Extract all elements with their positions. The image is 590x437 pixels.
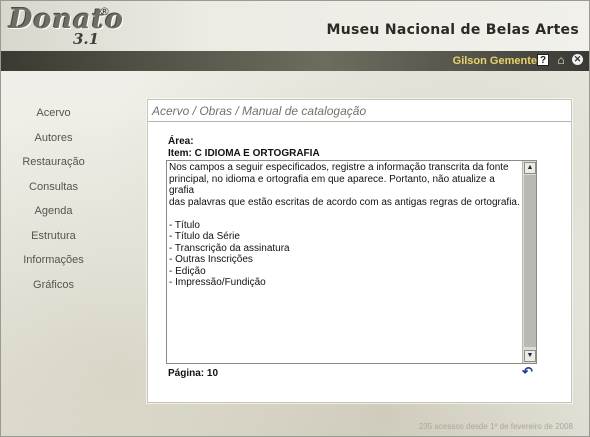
area-label: Área: [168,136,194,147]
sidebar-item-graficos[interactable]: Gráficos [1,273,106,298]
sidebar-item-consultas[interactable]: Consultas [1,175,106,200]
scroll-thumb[interactable] [524,175,536,347]
text-line: - Outras Inscrições [169,254,253,265]
user-bar: Gilson Gemente ? ⌂ ✕ [1,51,589,71]
item-label: Item: C IDIOMA E ORTOGRAFIA [168,148,320,159]
home-icon[interactable]: ⌂ [555,54,567,66]
sidebar-item-agenda[interactable]: Agenda [1,199,106,224]
donato-logo: Donato ® 3.1 [9,4,123,50]
text-line: principal, no idioma e ortografia em que… [169,173,495,197]
text-line: - Transcrição da assinatura [169,242,290,254]
text-gap [169,208,521,220]
breadcrumb: Acervo / Obras / Manual de catalogação [148,100,571,122]
sidebar-item-informacoes[interactable]: Informações [1,248,106,273]
app-window: Donato ® 3.1 Museu Nacional de Belas Art… [0,0,590,437]
sidebar-item-acervo[interactable]: Acervo [1,101,106,126]
text-line: Nos campos a seguir especificados, regis… [169,162,509,173]
back-arrow-icon[interactable]: ↶ [522,365,536,378]
sidebar-item-autores[interactable]: Autores [1,126,106,151]
museum-title: Museu Nacional de Belas Artes [326,22,579,38]
scroll-up-icon[interactable]: ▲ [524,162,536,174]
access-counter: 235 acessos desde 1º de fevereiro de 200… [418,422,573,431]
manual-text: Nos campos a seguir especificados, regis… [169,162,521,289]
content-panel: Acervo / Obras / Manual de catalogação Á… [147,99,572,403]
app-header: Donato ® 3.1 Museu Nacional de Belas Art… [1,1,589,51]
logo-registered-mark: ® [99,5,110,18]
help-icon[interactable]: ? [537,54,549,66]
text-line: - Título [169,219,200,231]
scroll-down-icon[interactable]: ▼ [524,350,536,362]
sidebar-item-estrutura[interactable]: Estrutura [1,224,106,249]
text-line: - Título da Série [169,231,240,242]
sidebar-item-restauracao[interactable]: Restauração [1,150,106,175]
text-line: das palavras que estão escritas de acord… [169,196,520,208]
logo-version: 3.1 [73,30,100,48]
page-number: Página: 10 [168,368,219,379]
sidebar-nav: Acervo Autores Restauração Consultas Age… [1,101,106,297]
manual-text-area[interactable]: Nos campos a seguir especificados, regis… [166,160,537,364]
close-icon[interactable]: ✕ [572,54,583,65]
user-name: Gilson Gemente [452,55,537,67]
text-line: - Impressão/Fundição [169,277,266,288]
text-line: - Edição [169,265,206,277]
vertical-scrollbar[interactable]: ▲ ▼ [522,161,536,363]
